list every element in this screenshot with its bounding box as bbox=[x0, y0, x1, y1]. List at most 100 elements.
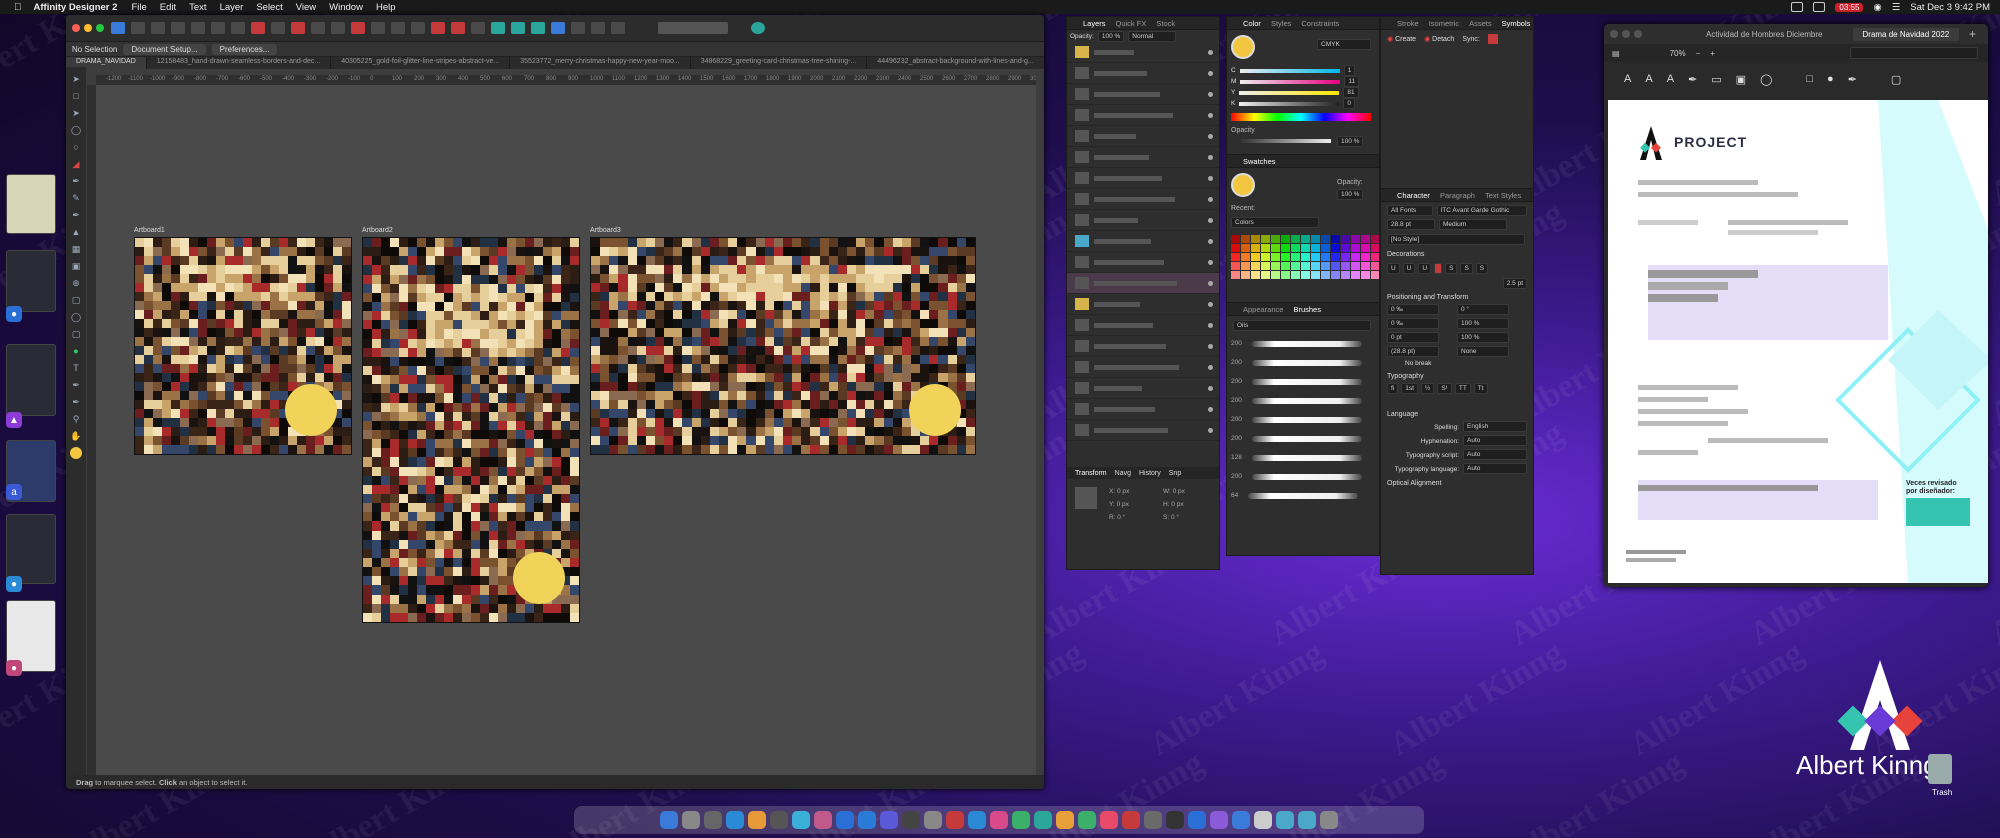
toolbar-button[interactable] bbox=[211, 22, 225, 34]
ordinal-button[interactable]: 1st bbox=[1401, 383, 1418, 394]
toolbar-button[interactable] bbox=[171, 22, 185, 34]
tab-color[interactable]: Color bbox=[1243, 19, 1261, 28]
toolbar-button[interactable] bbox=[658, 22, 728, 34]
pen-tool-icon[interactable]: ✒ bbox=[70, 175, 82, 187]
place-image-icon[interactable]: ▣ bbox=[70, 260, 82, 272]
color-swatch[interactable] bbox=[1291, 244, 1300, 252]
layer-row[interactable] bbox=[1067, 147, 1219, 168]
color-opacity-field[interactable]: 100 % bbox=[1337, 136, 1364, 147]
pencil-tool-icon[interactable]: ✎ bbox=[70, 192, 82, 204]
textbox-icon[interactable]: ▣ bbox=[1736, 73, 1746, 86]
desktop-file-thumbnail[interactable] bbox=[6, 344, 56, 416]
toolbar-button[interactable] bbox=[251, 22, 265, 34]
app-menu[interactable]: Affinity Designer 2 bbox=[34, 2, 118, 13]
small-caps-button[interactable]: Tt bbox=[1473, 383, 1488, 394]
toolbar-button[interactable] bbox=[151, 22, 165, 34]
shape-tool-icon[interactable]: ● bbox=[70, 345, 82, 357]
typography-script-select[interactable]: Auto bbox=[1463, 449, 1527, 460]
toolbar-button[interactable] bbox=[591, 22, 605, 34]
layer-visibility-icon[interactable] bbox=[1208, 343, 1213, 349]
transparency-tool-icon[interactable]: ▦ bbox=[70, 243, 82, 255]
tab-assets[interactable]: Assets bbox=[1469, 19, 1492, 28]
color-swatch[interactable] bbox=[1311, 271, 1320, 279]
color-swatch[interactable] bbox=[1371, 262, 1379, 270]
sync-toggle[interactable] bbox=[1487, 34, 1498, 44]
stroke-width-field[interactable]: 2.5 pt bbox=[1502, 278, 1527, 289]
toolbar-button[interactable] bbox=[471, 22, 485, 34]
rectangle-tool-icon[interactable]: ▢ bbox=[70, 294, 82, 306]
layer-visibility-icon[interactable] bbox=[1208, 259, 1213, 265]
zoom-tool-icon[interactable]: ⚲ bbox=[70, 413, 82, 425]
color-swatch[interactable] bbox=[1331, 271, 1340, 279]
toolbar-button[interactable] bbox=[131, 22, 145, 34]
transform-w[interactable]: W: 0 px bbox=[1163, 488, 1185, 495]
color-swatch[interactable] bbox=[1331, 253, 1340, 261]
layer-visibility-icon[interactable] bbox=[1208, 280, 1213, 286]
font-size-field[interactable]: 28.8 pt bbox=[1387, 219, 1435, 230]
color-swatch[interactable] bbox=[1291, 262, 1300, 270]
color-swatch[interactable] bbox=[1251, 244, 1260, 252]
color-swatch[interactable] bbox=[1271, 235, 1280, 243]
color-swatch[interactable] bbox=[1231, 244, 1240, 252]
layer-visibility-icon[interactable] bbox=[1208, 175, 1213, 181]
menu-help[interactable]: Help bbox=[376, 2, 396, 13]
menu-view[interactable]: View bbox=[296, 2, 316, 13]
zoom-window-button[interactable] bbox=[96, 24, 104, 32]
layer-visibility-icon[interactable] bbox=[1208, 322, 1213, 328]
artboard[interactable] bbox=[590, 237, 976, 455]
design-canvas[interactable]: Artboard1 Artboard2 Artboard3 bbox=[96, 85, 1036, 775]
layer-visibility-icon[interactable] bbox=[1208, 364, 1213, 370]
color-swatch[interactable] bbox=[1301, 271, 1310, 279]
dock-app-icon[interactable] bbox=[1210, 811, 1228, 829]
toolbar-button[interactable] bbox=[331, 22, 345, 34]
typography-language-select[interactable]: Auto bbox=[1463, 463, 1527, 474]
color-swatch[interactable] bbox=[1331, 244, 1340, 252]
pdf-page[interactable]: PROJECT Veces revisado por diseñador: bbox=[1608, 100, 1988, 583]
color-swatch[interactable] bbox=[1371, 271, 1379, 279]
color-swatch[interactable] bbox=[1271, 253, 1280, 261]
fill-tool-icon[interactable]: ▲ bbox=[70, 226, 82, 238]
brush-item[interactable]: 200 bbox=[1227, 467, 1379, 486]
brush-item[interactable]: 64 bbox=[1227, 486, 1379, 505]
transform-s[interactable]: S: 0 ° bbox=[1163, 514, 1179, 521]
designer-persona-icon[interactable] bbox=[111, 22, 125, 34]
color-swatch[interactable] bbox=[1321, 253, 1330, 261]
zoom-in-icon[interactable]: + bbox=[1710, 49, 1715, 58]
crop-icon[interactable]: ▢ bbox=[1891, 73, 1901, 86]
color-swatch[interactable] bbox=[1301, 235, 1310, 243]
zoom-window-button[interactable] bbox=[1634, 30, 1642, 38]
menu-layer[interactable]: Layer bbox=[220, 2, 244, 13]
typography-section[interactable]: Typography bbox=[1381, 370, 1533, 383]
signature-icon[interactable]: ✒ bbox=[1848, 73, 1857, 86]
toolbar-button[interactable] bbox=[451, 22, 465, 34]
layer-opacity-field[interactable]: 100 % bbox=[1097, 30, 1125, 42]
dock-app-icon[interactable] bbox=[748, 811, 766, 829]
dock-app-icon[interactable] bbox=[770, 811, 788, 829]
anchor-selector[interactable] bbox=[1075, 487, 1097, 509]
minimize-window-button[interactable] bbox=[1622, 30, 1630, 38]
tab-constraints[interactable]: Constraints bbox=[1301, 19, 1339, 28]
color-swatch[interactable] bbox=[1231, 271, 1240, 279]
artboard[interactable] bbox=[362, 237, 580, 623]
skew-field[interactable]: None bbox=[1457, 346, 1509, 357]
font-family-select[interactable]: ITC Avant Garde Gothic bbox=[1436, 205, 1527, 216]
comment-icon[interactable]: □ bbox=[1806, 73, 1813, 85]
baseline-field[interactable]: 0 pt bbox=[1387, 332, 1439, 343]
dock-app-icon[interactable] bbox=[858, 811, 876, 829]
tab-styles[interactable]: Styles bbox=[1271, 19, 1291, 28]
layer-row[interactable] bbox=[1067, 126, 1219, 147]
layer-row[interactable] bbox=[1067, 336, 1219, 357]
leading-field[interactable]: (28.8 pt) bbox=[1387, 346, 1439, 357]
dock-app-icon[interactable] bbox=[946, 811, 964, 829]
minimize-window-button[interactable] bbox=[84, 24, 92, 32]
color-swatch[interactable] bbox=[1351, 253, 1360, 261]
affinity-app-icon[interactable]: ▲ bbox=[6, 412, 22, 428]
color-swatch[interactable] bbox=[1361, 244, 1370, 252]
text-style-select[interactable]: [No Style] bbox=[1387, 234, 1525, 245]
color-swatch[interactable] bbox=[1301, 244, 1310, 252]
color-swatch[interactable] bbox=[1241, 271, 1250, 279]
dock-app-icon[interactable] bbox=[792, 811, 810, 829]
trash-icon[interactable] bbox=[1928, 754, 1952, 784]
channel-slider[interactable] bbox=[1239, 90, 1340, 95]
document-tab[interactable]: Actividad de Hombres Diciembre bbox=[1706, 30, 1823, 39]
